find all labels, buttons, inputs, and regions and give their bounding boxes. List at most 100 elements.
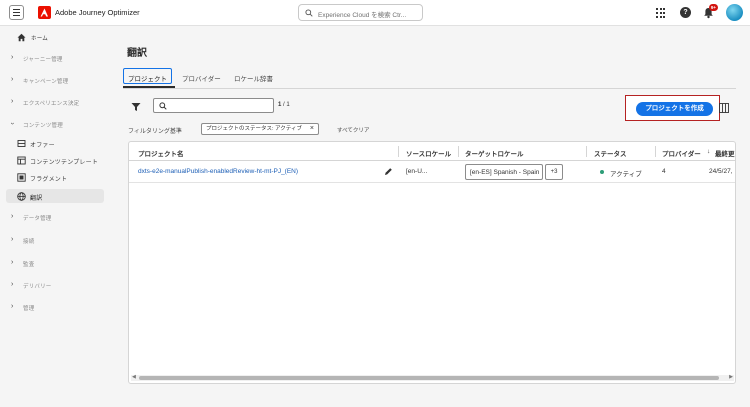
- sidebar-item-connections[interactable]: › 接続: [0, 233, 110, 247]
- edit-pencil-icon[interactable]: [384, 167, 393, 176]
- sidebar-item-label: 管理: [23, 306, 35, 312]
- adobe-logo-icon[interactable]: [38, 6, 51, 19]
- chevron-right-icon: ›: [11, 281, 14, 288]
- last-updated: 24/5/27,: [709, 168, 733, 175]
- status-active-dot: [600, 170, 604, 174]
- sidebar: ホーム › ジャーニー管理 › キャンペーン管理 › エクスペリエンス決定 › …: [0, 26, 110, 407]
- sidebar-item-label: キャンペーン管理: [23, 79, 69, 85]
- sidebar-item-label: 翻訳: [30, 196, 43, 202]
- horizontal-scrollbar[interactable]: ◀ ▶: [131, 374, 734, 381]
- filter-icon[interactable]: [131, 102, 141, 112]
- project-name-link[interactable]: dxts-e2e-manualPublish-enabledReview-ht-…: [138, 168, 298, 175]
- hamburger-menu-icon[interactable]: [9, 5, 24, 20]
- more-locales-tag[interactable]: +3: [545, 164, 563, 180]
- sort-arrow-icon[interactable]: ↓: [707, 148, 710, 155]
- chevron-right-icon: ›: [11, 259, 14, 266]
- fragment-icon: [17, 173, 26, 182]
- sidebar-item-data[interactable]: › データ管理: [0, 210, 110, 224]
- sidebar-item-journey[interactable]: › ジャーニー管理: [0, 51, 110, 65]
- scrollbar-thumb[interactable]: [139, 376, 719, 380]
- column-header-target[interactable]: ターゲットロケール: [465, 148, 524, 158]
- column-settings-icon[interactable]: [719, 103, 729, 113]
- global-search-input[interactable]: Experience Cloud を検索 Ctr...: [298, 4, 423, 21]
- sidebar-item-label: コンテンツ管理: [23, 123, 63, 129]
- search-icon: [159, 102, 167, 110]
- column-divider: [458, 146, 459, 157]
- status-text: アクティブ: [610, 171, 642, 178]
- column-divider: [655, 146, 656, 157]
- sidebar-item-label: ホーム: [31, 36, 48, 42]
- column-header-source[interactable]: ソースロケール: [406, 148, 451, 158]
- sidebar-item-delivery[interactable]: › デリバリー: [0, 278, 110, 292]
- chevron-right-icon: ›: [11, 76, 14, 83]
- sidebar-item-label: デリバリー: [23, 284, 52, 290]
- clear-all-link[interactable]: すべてクリア: [337, 126, 369, 134]
- filter-by-label: フィルタリング基準: [128, 129, 182, 135]
- page-title: 翻訳: [127, 48, 147, 59]
- notification-badge: 9+: [709, 4, 718, 11]
- create-project-button[interactable]: プロジェクトを作成: [636, 102, 713, 116]
- sidebar-item-fragments[interactable]: フラグメント: [0, 170, 110, 184]
- project-search-input[interactable]: [153, 98, 274, 113]
- globe-icon: [17, 192, 26, 201]
- create-project-highlight: プロジェクトを作成: [625, 95, 720, 121]
- chevron-down-icon: ›: [8, 122, 16, 125]
- template-icon: [17, 156, 26, 165]
- search-icon: [305, 9, 313, 17]
- app-title[interactable]: Adobe Journey Optimizer: [55, 8, 140, 17]
- projects-table: プロジェクト名 ソースロケール ターゲットロケール ステータス プロバイダー ↓…: [128, 141, 736, 384]
- sidebar-item-label: データ管理: [23, 216, 52, 222]
- column-divider: [586, 146, 587, 157]
- sidebar-item-label: コンテンツテンプレート: [30, 160, 99, 166]
- sidebar-item-content[interactable]: › コンテンツ管理: [0, 117, 110, 131]
- table-row[interactable]: dxts-e2e-manualPublish-enabledReview-ht-…: [129, 161, 735, 183]
- sidebar-item-home[interactable]: ホーム: [0, 30, 110, 44]
- chevron-right-icon: ›: [11, 303, 14, 310]
- column-header-status[interactable]: ステータス: [594, 148, 627, 158]
- sidebar-item-translation[interactable]: 翻訳: [6, 189, 104, 203]
- offer-icon: [17, 140, 26, 147]
- tabs-divider: [123, 88, 736, 89]
- sidebar-item-admin[interactable]: › 管理: [0, 300, 110, 314]
- scroll-right-icon[interactable]: ▶: [729, 374, 733, 380]
- target-locale-tag[interactable]: [en-ES] Spanish - Spain: [465, 164, 543, 180]
- tab-projects[interactable]: プロジェクト: [123, 68, 172, 84]
- filter-chip[interactable]: プロジェクトのステータス: アクティブ ×: [201, 123, 319, 135]
- sidebar-item-label: ジャーニー管理: [23, 57, 63, 63]
- pager-current: 1: [278, 102, 282, 108]
- user-avatar[interactable]: [726, 4, 743, 21]
- sidebar-item-audit[interactable]: › 監査: [0, 256, 110, 270]
- table-header: プロジェクト名 ソースロケール ターゲットロケール ステータス プロバイダー ↓…: [129, 142, 735, 161]
- column-header-name[interactable]: プロジェクト名: [138, 148, 184, 158]
- sidebar-item-offers[interactable]: オファー: [0, 136, 110, 150]
- chevron-right-icon: ›: [11, 54, 14, 61]
- chevron-right-icon: ›: [11, 213, 14, 220]
- sidebar-item-label: 監査: [23, 262, 35, 268]
- scroll-left-icon[interactable]: ◀: [132, 374, 136, 380]
- pager-total: 1: [286, 102, 290, 108]
- filter-chip-label: プロジェクトのステータス: アクティブ: [206, 126, 302, 132]
- sidebar-item-campaign[interactable]: › キャンペーン管理: [0, 73, 110, 87]
- sidebar-item-label: エクスペリエンス決定: [23, 101, 80, 107]
- sidebar-item-content-templates[interactable]: コンテンツテンプレート: [0, 153, 110, 167]
- tab-locale-dictionary[interactable]: ロケール辞書: [234, 73, 273, 83]
- tab-list: プロジェクト プロバイダー ロケール辞書: [123, 68, 736, 88]
- source-locale: [en-U...: [406, 168, 428, 175]
- sidebar-item-decisioning[interactable]: › エクスペリエンス決定: [0, 95, 110, 109]
- search-placeholder: Experience Cloud を検索 Ctr...: [318, 12, 407, 19]
- chevron-right-icon: ›: [11, 98, 14, 105]
- chevron-right-icon: ›: [11, 236, 14, 243]
- column-divider: [398, 146, 399, 157]
- sidebar-item-label: 接続: [23, 239, 35, 245]
- sidebar-item-label: フラグメント: [30, 177, 68, 183]
- close-icon[interactable]: ×: [310, 124, 314, 134]
- help-icon[interactable]: ?: [680, 7, 691, 18]
- sidebar-item-label: オファー: [30, 143, 55, 149]
- column-header-provider[interactable]: プロバイダー: [662, 148, 701, 158]
- top-bar: Adobe Journey Optimizer Experience Cloud…: [0, 0, 750, 26]
- column-header-updated[interactable]: 最終更: [715, 148, 735, 158]
- home-icon: [17, 33, 26, 42]
- tab-providers[interactable]: プロバイダー: [182, 73, 221, 83]
- provider-count: 4: [662, 168, 666, 175]
- app-switcher-icon[interactable]: [655, 7, 667, 19]
